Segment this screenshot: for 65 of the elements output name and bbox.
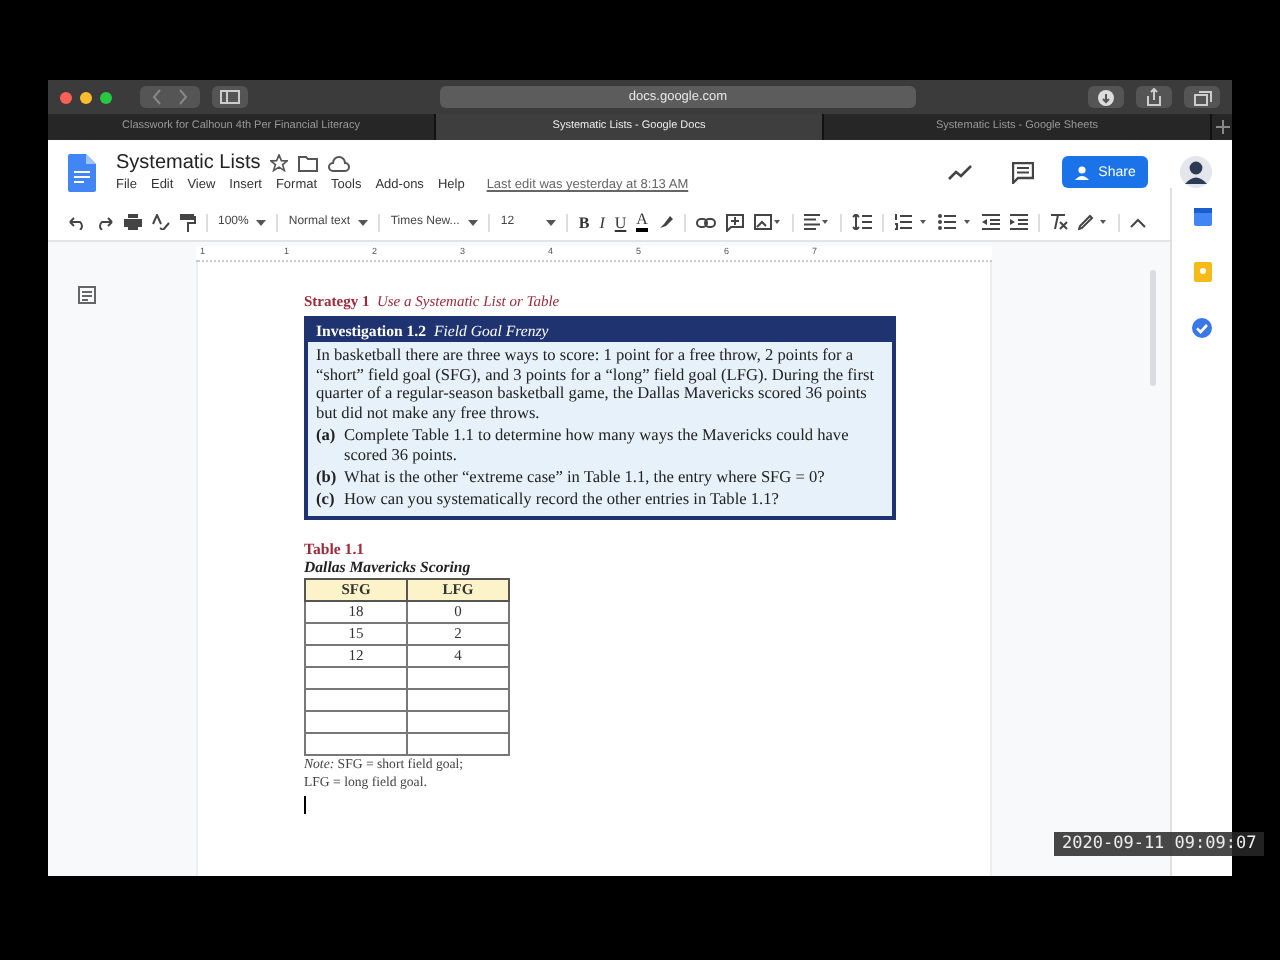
avatar-icon[interactable] — [1180, 156, 1212, 188]
add-comment-icon[interactable] — [725, 213, 744, 231]
question-text: How can you systematically record the other entries in Table 1.1? — [344, 490, 779, 510]
format-button[interactable]: I — [599, 213, 605, 231]
back-forward-buttons[interactable] — [140, 86, 200, 108]
empty-table-cell — [305, 688, 407, 711]
empty-table-cell — [407, 710, 509, 733]
outline-icon[interactable] — [78, 286, 96, 304]
zoom-icon[interactable] — [100, 91, 112, 103]
trend-icon[interactable] — [948, 164, 972, 180]
numbered-list-icon[interactable] — [893, 214, 928, 230]
caret-icon[interactable] — [546, 219, 557, 225]
tabs-icon[interactable] — [1184, 86, 1220, 108]
clear-formatting-icon[interactable] — [1049, 214, 1068, 230]
question-letter: (a) — [316, 426, 338, 449]
new-tab-icon[interactable] — [1212, 120, 1232, 134]
align-icon[interactable] — [803, 214, 830, 230]
close-icon[interactable] — [60, 91, 72, 103]
person-icon — [1074, 165, 1093, 179]
empty-table-cell — [305, 666, 407, 689]
folder-icon[interactable] — [298, 155, 319, 171]
image-icon[interactable] — [753, 214, 782, 230]
empty-table-cell — [305, 732, 407, 755]
question-letter: (c) — [316, 490, 337, 510]
download-icon[interactable] — [1088, 86, 1124, 108]
question-letter: (b) — [316, 468, 339, 488]
increase-indent-icon[interactable] — [1009, 214, 1028, 230]
star-icon[interactable] — [270, 154, 289, 172]
comment-icon[interactable] — [1012, 161, 1034, 183]
cloud-icon[interactable] — [328, 155, 351, 171]
format-button[interactable]: A — [636, 212, 648, 232]
format-button[interactable]: B — [578, 213, 590, 231]
sidebar-icon[interactable] — [212, 86, 248, 108]
check-circle-icon[interactable] — [1192, 318, 1212, 338]
line-spacing-icon[interactable] — [851, 214, 872, 230]
question-text: What is the other “extreme case” in Table 1.1, the entry where SFG = 0? — [344, 468, 825, 488]
document-icon[interactable] — [68, 153, 96, 191]
investigation-text: In basketball there are three ways to score: 1 point for a free throw, 2 points for a “short” field goal (SFG), and 3 points for a “long” field goal (LFG). During the first quarter of a regular-season basketball game, the Dallas Mavericks scored 36 points but did not make any free throws. — [316, 346, 877, 423]
pencil-icon[interactable] — [1077, 214, 1108, 230]
print-icon[interactable] — [124, 214, 142, 230]
link-icon[interactable] — [695, 217, 716, 227]
undo-icon[interactable] — [68, 215, 86, 229]
document-page[interactable] — [196, 262, 992, 876]
empty-table-cell — [407, 666, 509, 689]
empty-table-cell — [305, 710, 407, 733]
decrease-indent-icon[interactable] — [981, 214, 1000, 230]
collapse-icon[interactable] — [1129, 217, 1146, 227]
minimize-icon[interactable] — [80, 91, 92, 103]
spellcheck-icon[interactable] — [152, 214, 170, 230]
question-text: Complete Table 1.1 to determine how many ways the Mavericks could have scored 36 points. — [344, 426, 851, 466]
empty-table-cell — [407, 732, 509, 755]
paint-format-icon[interactable] — [180, 213, 196, 231]
document-title[interactable]: Systematic Lists — [116, 152, 261, 174]
share-icon[interactable] — [1136, 86, 1172, 108]
empty-table-cell — [407, 688, 509, 711]
format-button[interactable]: U — [614, 213, 627, 231]
highlighter-icon[interactable] — [657, 214, 674, 230]
text-cursor — [304, 795, 306, 814]
bulleted-list-icon[interactable] — [937, 214, 972, 230]
timestamp: 2020-09-11 09:09:07 — [1054, 832, 1265, 856]
redo-icon[interactable] — [96, 215, 114, 229]
caret-icon[interactable] — [256, 219, 267, 225]
caret-icon[interactable] — [358, 219, 369, 225]
caret-icon[interactable] — [468, 219, 479, 225]
calendar-icon[interactable] — [1193, 208, 1211, 226]
